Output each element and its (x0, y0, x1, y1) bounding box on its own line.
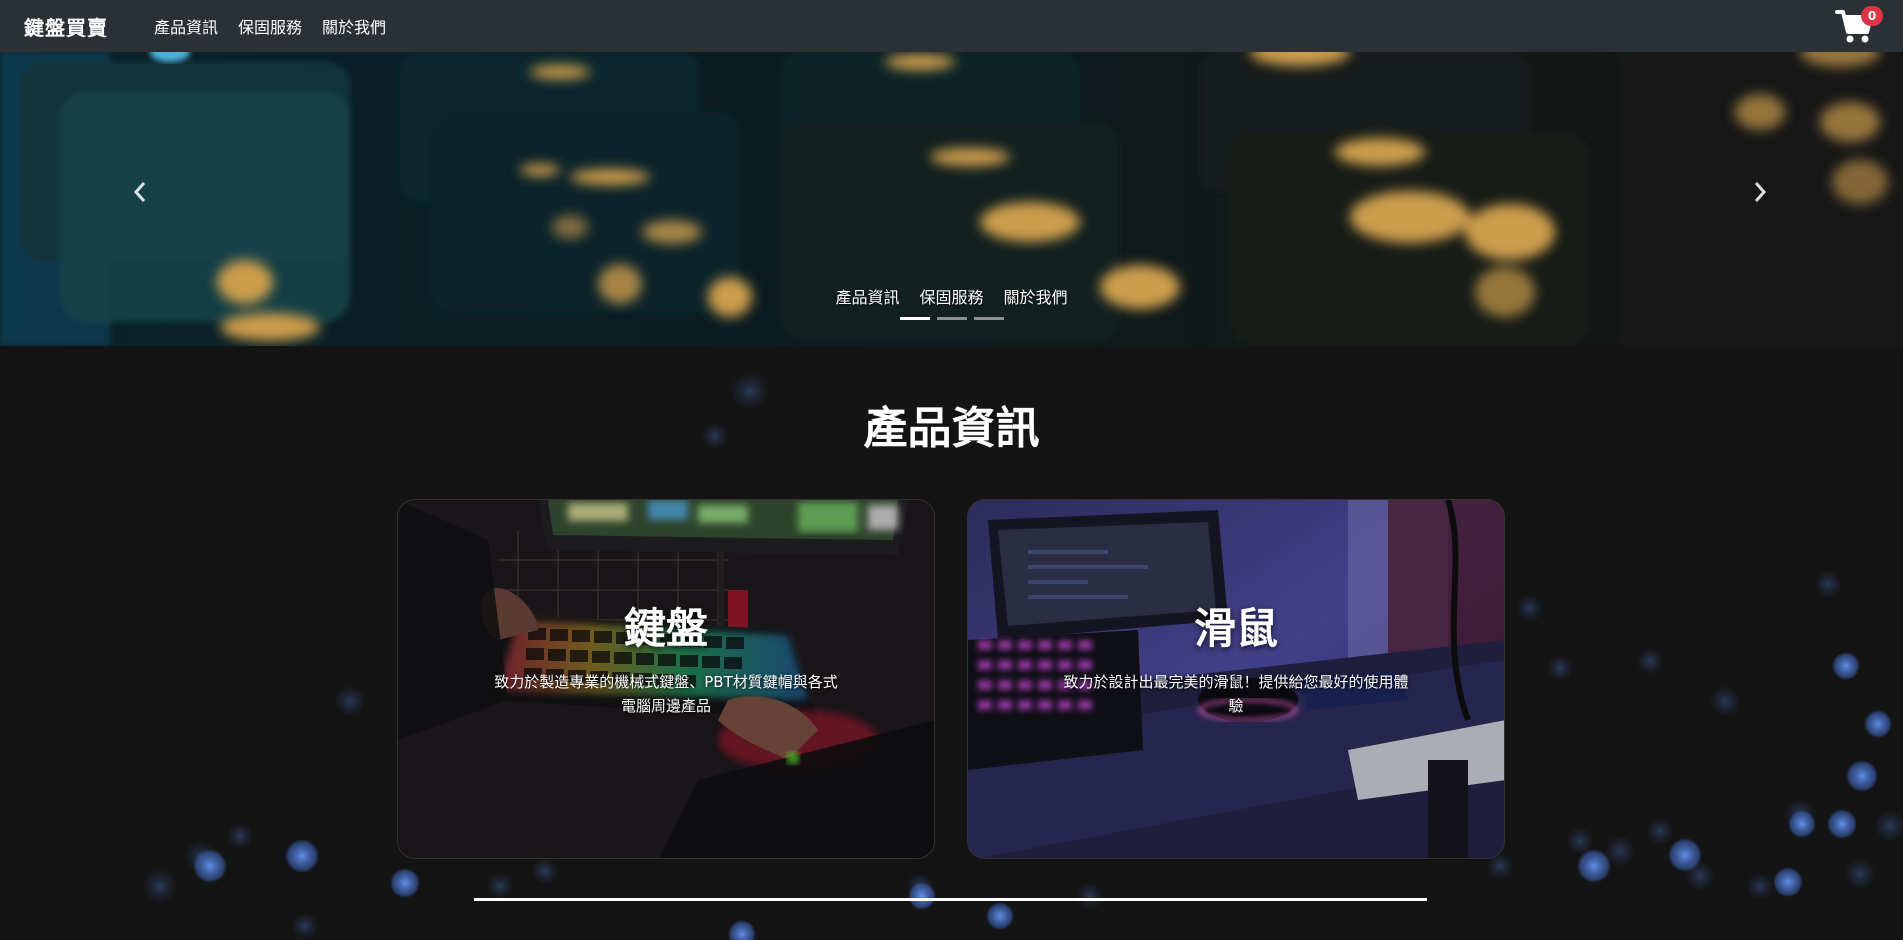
caption-link-about[interactable]: 關於我們 (1004, 284, 1068, 308)
section-title: 產品資訊 (863, 403, 1040, 454)
chevron-right-icon (1754, 182, 1767, 202)
carousel-next-button[interactable] (1730, 162, 1790, 222)
keyboard-product-card[interactable]: 鍵盤 致力於製造專業的機械式鍵盤、PBT材質鍵帽與各式電腦周邊產品 (397, 499, 935, 859)
card-description: 致力於設計出最完美的滑鼠！提供給您最好的使用體驗 (1063, 673, 1409, 715)
card-body: 鍵盤 致力於製造專業的機械式鍵盤、PBT材質鍵帽與各式電腦周邊產品 (398, 595, 934, 718)
nav-link-products[interactable]: 產品資訊 (154, 14, 218, 38)
caption-link-products[interactable]: 產品資訊 (835, 284, 899, 308)
carousel-indicators (0, 317, 1903, 320)
nav-link-warranty[interactable]: 保固服務 (238, 14, 302, 38)
top-navbar: 鍵盤買賣 產品資訊 保固服務 關於我們 0 (0, 0, 1903, 52)
nav-links: 產品資訊 保固服務 關於我們 (154, 14, 386, 38)
section-divider (474, 898, 1427, 901)
mouse-product-card[interactable]: 滑鼠 致力於設計出最完美的滑鼠！提供給您最好的使用體驗 (967, 499, 1505, 859)
caption-link-warranty[interactable]: 保固服務 (919, 284, 983, 308)
hero-carousel: 產品資訊 保固服務 關於我們 (0, 52, 1903, 346)
carousel-indicator-1[interactable] (899, 317, 930, 320)
card-title: 鍵盤 (623, 604, 708, 653)
carousel-indicator-2[interactable] (936, 317, 967, 320)
cart-count-badge: 0 (1861, 6, 1883, 26)
products-section: 產品資訊 鍵盤 致力於製造專業的機械式鍵盤、PBT材質鍵帽與各式電腦周邊產品 滑… (0, 346, 1903, 940)
card-title: 滑鼠 (1193, 604, 1278, 653)
carousel-caption: 產品資訊 保固服務 關於我們 (0, 284, 1903, 308)
nav-link-about[interactable]: 關於我們 (322, 14, 386, 38)
carousel-indicator-3[interactable] (973, 317, 1004, 320)
chevron-left-icon (133, 182, 146, 202)
brand-logo[interactable]: 鍵盤買賣 (24, 12, 108, 41)
card-description: 致力於製造專業的機械式鍵盤、PBT材質鍵帽與各式電腦周邊產品 (494, 673, 838, 715)
cart-button[interactable]: 0 (1835, 4, 1883, 48)
card-body: 滑鼠 致力於設計出最完美的滑鼠！提供給您最好的使用體驗 (968, 595, 1504, 718)
carousel-prev-button[interactable] (110, 162, 170, 222)
